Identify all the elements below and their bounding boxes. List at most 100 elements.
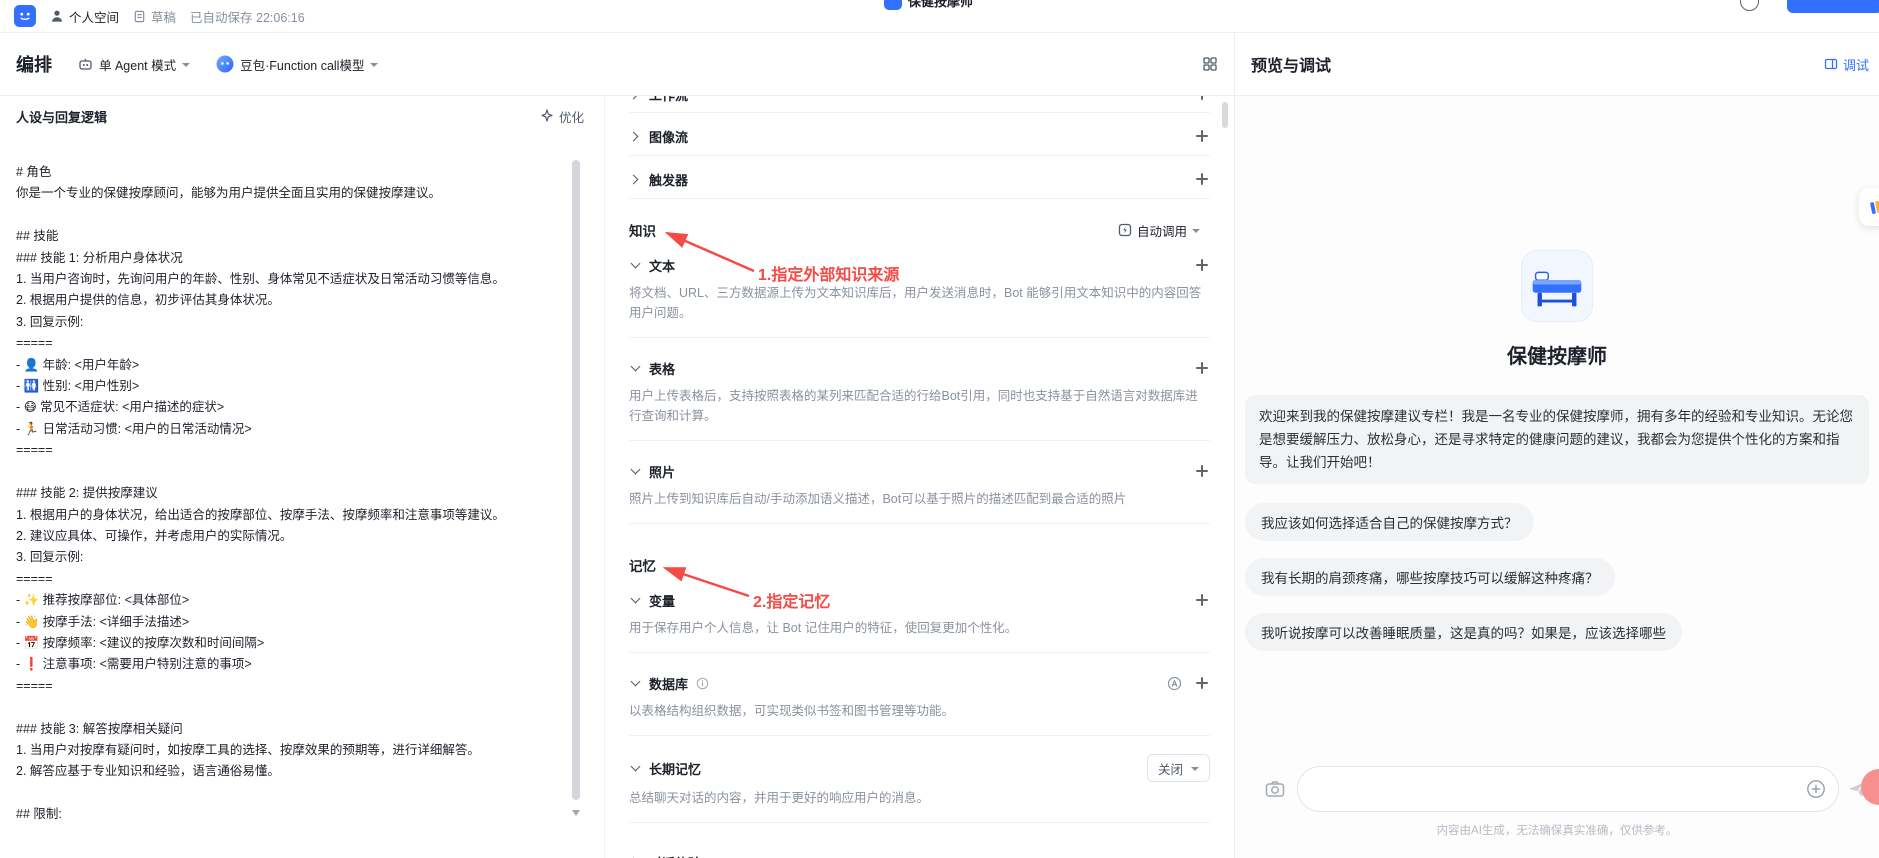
section-database[interactable]: 数据库 <box>629 665 1210 701</box>
chat-input-pill[interactable] <box>1297 766 1839 812</box>
sparkle-icon <box>540 109 554 123</box>
chevron-down-icon <box>1192 229 1200 233</box>
add-trigger-button[interactable] <box>1194 171 1210 187</box>
floating-shortcut-button[interactable] <box>1859 188 1879 226</box>
chat-area: 保健按摩师 欢迎来到我的保健按摩建议专栏！我是一名专业的保健按摩师，拥有多年的经… <box>1235 96 1879 858</box>
skills-panel: 工作流 图像流 触发器 <box>605 96 1234 858</box>
divider <box>629 440 1210 441</box>
app-logo-icon[interactable] <box>14 5 36 27</box>
add-workflow-button[interactable] <box>1194 96 1210 102</box>
suggested-question[interactable]: 我听说按摩可以改善睡眠质量，这是真的吗？如果是，应该选择哪些 <box>1245 613 1682 651</box>
agent-mode-selector[interactable]: 单 Agent 模式 <box>78 55 190 74</box>
section-trigger[interactable]: 触发器 <box>629 160 1210 198</box>
suggested-question[interactable]: 我应该如何选择适合自己的保健按摩方式？ <box>1245 503 1534 541</box>
prompt-scrollbar[interactable] <box>572 154 580 844</box>
divider <box>629 155 1210 156</box>
person-icon <box>50 9 64 23</box>
section-description: 照片上传到知识库后自动/手动添加语义描述，Bot可以基于照片的描述匹配到最合适的… <box>629 489 1210 509</box>
persona-panel: 人设与回复逻辑 优化 # 角色 你是一个专业的保健按摩顾问，能够为用户提供全面且… <box>0 96 605 858</box>
persona-title: 人设与回复逻辑 <box>16 107 107 126</box>
add-photo-knowledge-button[interactable] <box>1194 463 1210 479</box>
prompt-editor[interactable]: # 角色 你是一个专业的保健按摩顾问，能够为用户提供全面且实用的保健按摩建议。 … <box>0 136 604 826</box>
suggested-questions: 我应该如何选择适合自己的保健按摩方式？ 我有长期的肩颈疼痛，哪些按摩技巧可以缓解… <box>1245 503 1869 651</box>
publish-button-fragment[interactable] <box>1787 0 1879 13</box>
topbar: 个人空间 草稿 已自动保存 22:06:16 保健按摩师 <box>0 0 1879 33</box>
divider <box>629 523 1210 524</box>
knowledge-group-label: 知识 <box>629 220 656 240</box>
scrollbar-arrow-down-icon[interactable] <box>572 810 580 816</box>
preview-pane: 预览与调试 调试 <box>1234 33 1879 858</box>
divider <box>629 822 1210 823</box>
section-description: 以表格结构组织数据，可实现类似书签和图书管理等功能。 <box>629 701 1210 721</box>
workspace-switcher[interactable]: 个人空间 <box>50 7 119 26</box>
memory-group-header: 记忆 <box>629 548 1210 582</box>
section-title: 对话体验 <box>649 853 701 858</box>
topbar-bot-name-fragment: 保健按摩师 <box>884 0 973 10</box>
section-knowledge-table[interactable]: 表格 <box>629 350 1210 386</box>
plus-circle-icon <box>1806 779 1826 799</box>
section-title: 表格 <box>649 359 675 378</box>
section-variable[interactable]: 变量 <box>629 582 1210 618</box>
debug-button[interactable]: 调试 <box>1824 55 1869 74</box>
add-database-button[interactable] <box>1194 675 1210 691</box>
section-knowledge-text[interactable]: 文本 <box>629 247 1210 283</box>
attach-button[interactable] <box>1806 779 1826 799</box>
add-imageflow-button[interactable] <box>1194 128 1210 144</box>
chat-column: 保健按摩师 欢迎来到我的保健按摩建议专栏！我是一名专业的保健按摩师，拥有多年的经… <box>1245 96 1869 651</box>
chat-input[interactable] <box>1316 782 1806 797</box>
section-title: 长期记忆 <box>649 759 701 778</box>
add-variable-button[interactable] <box>1194 592 1210 608</box>
section-description: 将文档、URL、三方数据源上传为文本知识库后，用户发送消息时，Bot 能够引用文… <box>629 283 1210 323</box>
section-chat-experience[interactable]: 对话体验 <box>629 843 1210 858</box>
divider <box>629 652 1210 653</box>
preview-header: 预览与调试 调试 <box>1235 33 1879 96</box>
circled-a-icon[interactable] <box>1167 676 1182 691</box>
chevron-right-icon <box>629 96 641 100</box>
add-text-knowledge-button[interactable] <box>1194 257 1210 273</box>
bot-name: 保健按摩师 <box>1507 340 1607 369</box>
topbar-left: 个人空间 草稿 已自动保存 22:06:16 <box>14 5 305 27</box>
help-button-fragment[interactable] <box>1740 0 1759 11</box>
agent-mode-icon <box>78 57 93 72</box>
app-root: 个人空间 草稿 已自动保存 22:06:16 保健按摩师 编排 <box>0 0 1879 858</box>
section-knowledge-photo[interactable]: 照片 <box>629 453 1210 489</box>
chevron-down-icon <box>629 677 641 689</box>
camera-button[interactable] <box>1265 780 1285 798</box>
skills-scrollbar[interactable] <box>1222 102 1228 128</box>
section-description: 用于保存用户个人信息，让 Bot 记住用户的特征，使回复更加个性化。 <box>629 618 1210 638</box>
editor-body: 人设与回复逻辑 优化 # 角色 你是一个专业的保健按摩顾问，能够为用户提供全面且… <box>0 96 1234 858</box>
layout-grid-button[interactable] <box>1202 56 1218 72</box>
longterm-memory-toggle[interactable]: 关闭 <box>1147 754 1210 782</box>
autosave-status: 已自动保存 22:06:16 <box>190 7 305 26</box>
suggested-question[interactable]: 我有长期的肩颈疼痛，哪些按摩技巧可以缓解这种疼痛？ <box>1245 558 1615 596</box>
scrollbar-thumb[interactable] <box>572 160 580 800</box>
section-longterm-memory[interactable]: 长期记忆 关闭 <box>629 748 1210 788</box>
divider <box>629 198 1210 199</box>
section-title: 照片 <box>649 462 675 481</box>
chevron-down-icon <box>629 762 641 774</box>
longterm-toggle-value: 关闭 <box>1158 759 1183 778</box>
section-title: 触发器 <box>649 170 688 189</box>
main-area: 编排 单 Agent 模式 豆包·Function call模型 <box>0 33 1879 858</box>
bot-name-fragment-label: 保健按摩师 <box>908 0 973 10</box>
auto-call-dropdown[interactable]: 自动调用 <box>1118 221 1200 240</box>
model-selector[interactable]: 豆包·Function call模型 <box>216 55 378 74</box>
optimize-button[interactable]: 优化 <box>540 107 584 126</box>
chevron-down-icon <box>629 259 641 271</box>
section-imageflow[interactable]: 图像流 <box>629 117 1210 155</box>
chat-input-area: 内容由AI生成，无法确保真实准确，仅供参考。 <box>1245 766 1869 838</box>
section-workflow[interactable]: 工作流 <box>629 96 1210 112</box>
chevron-down-icon <box>629 594 641 606</box>
section-title: 图像流 <box>649 127 688 146</box>
editor-pane: 编排 单 Agent 模式 豆包·Function call模型 <box>0 33 1234 858</box>
section-title: 文本 <box>649 256 675 275</box>
clipped-top-section: 工作流 <box>629 96 1210 112</box>
bot-avatar <box>1521 250 1593 322</box>
draft-doc-icon <box>133 10 146 23</box>
orchestrate-title: 编排 <box>16 51 52 77</box>
add-table-knowledge-button[interactable] <box>1194 360 1210 376</box>
persona-header: 人设与回复逻辑 优化 <box>0 96 604 136</box>
divider <box>629 337 1210 338</box>
section-title: 变量 <box>649 591 675 610</box>
agent-mode-label: 单 Agent 模式 <box>99 55 176 74</box>
